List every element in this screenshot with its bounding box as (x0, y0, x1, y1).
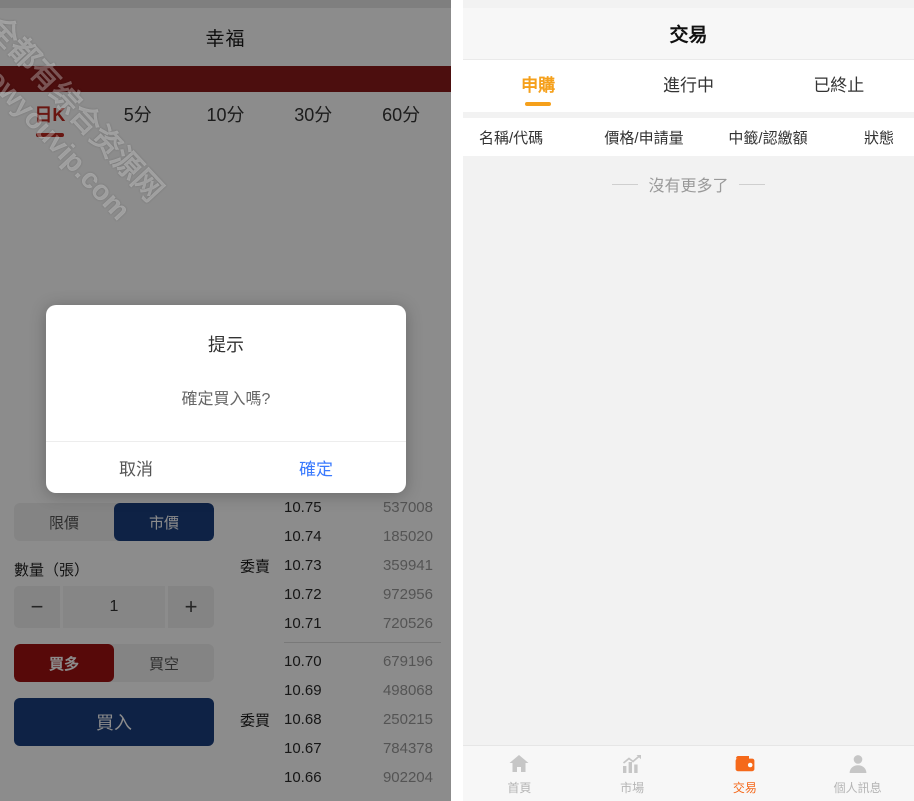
right-top-strip (463, 0, 914, 8)
column-header-lot-paid: 中籤/認繳額 (728, 129, 808, 147)
home-icon (509, 754, 529, 772)
nav-item-market[interactable]: 市場 (576, 752, 689, 796)
divider-dash-right (738, 183, 765, 185)
trade-status-tabs: 申購 進行中 已終止 (463, 60, 914, 112)
column-header-price-amount: 價格/申請量 (604, 129, 684, 147)
nav-item-trade[interactable]: 交易 (689, 752, 802, 796)
cancel-button[interactable]: 取消 (46, 442, 226, 493)
confirm-button[interactable]: 確定 (226, 442, 406, 493)
confirm-dialog: 提示 確定買入嗎? 取消 確定 (46, 305, 406, 493)
tab-terminated[interactable]: 已終止 (764, 60, 914, 112)
right-header: 交易 (463, 8, 914, 60)
chart-icon (623, 754, 642, 773)
nav-label: 首頁 (507, 780, 532, 795)
wallet-icon (735, 755, 755, 771)
column-header-status: 狀態 (863, 129, 894, 147)
nav-item-profile[interactable]: 個人訊息 (801, 752, 914, 796)
dialog-title: 提示 (208, 335, 244, 355)
empty-state: 沒有更多了 (463, 156, 914, 212)
tab-label: 申購 (521, 76, 556, 95)
empty-state-text: 沒有更多了 (648, 178, 729, 195)
dialog-message: 確定買入嗎? (181, 391, 271, 408)
nav-item-home[interactable]: 首頁 (463, 752, 576, 796)
tab-subscription[interactable]: 申購 (463, 60, 613, 112)
tab-active-underline (525, 102, 552, 106)
nav-label: 個人訊息 (833, 780, 882, 795)
tab-in-progress[interactable]: 進行中 (613, 60, 763, 112)
right-trade-panel: 交易 申購 進行中 已終止 名稱/代碼 價格/申請量 中籤/認繳額 狀態 沒有更… (451, 0, 914, 801)
person-icon (849, 754, 867, 773)
app-screen: 幸福 日K 5分 10分 30分 60分 限價 市價 數量（張） − 1 + 買… (0, 0, 914, 801)
list-column-headers: 名稱/代碼 價格/申請量 中籤/認繳額 狀態 (463, 112, 914, 156)
divider-dash-left (612, 183, 639, 185)
nav-label: 市場 (620, 780, 645, 795)
right-page-title: 交易 (669, 25, 708, 46)
left-trade-panel: 幸福 日K 5分 10分 30分 60分 限價 市價 數量（張） − 1 + 買… (0, 0, 451, 801)
bottom-navigation: 首頁 市場 交易 個人訊息 (463, 745, 914, 801)
tab-label: 進行中 (662, 76, 714, 95)
nav-label: 交易 (732, 780, 757, 795)
dialog-actions: 取消 確定 (46, 441, 406, 493)
column-header-name-code: 名稱/代碼 (479, 129, 544, 147)
tab-label: 已終止 (813, 76, 865, 95)
